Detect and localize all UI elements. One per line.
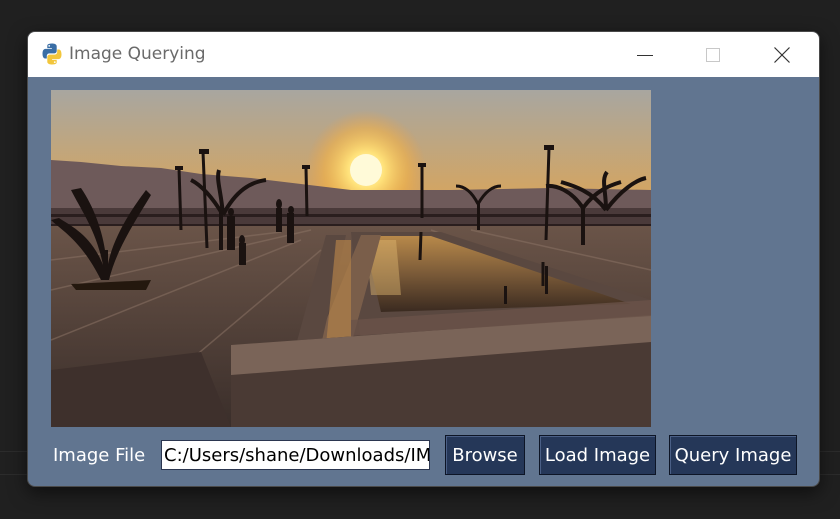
image-file-label: Image File [53, 445, 146, 466]
browse-button[interactable]: Browse [445, 435, 525, 475]
minimize-button[interactable] [613, 32, 677, 77]
window-title: Image Querying [69, 44, 206, 64]
maximize-icon [706, 47, 720, 62]
load-image-button[interactable]: Load Image [539, 435, 656, 475]
title-bar[interactable]: Image Querying [28, 32, 819, 77]
python-icon [42, 43, 62, 65]
minimize-icon [637, 54, 653, 56]
close-icon [774, 46, 790, 63]
app-window: Image Querying Image File C:/Users/shane… [27, 31, 820, 487]
maximize-button[interactable] [681, 32, 745, 77]
close-button[interactable] [750, 32, 814, 77]
query-image-button[interactable]: Query Image [669, 435, 797, 475]
loaded-image [51, 90, 651, 427]
image-file-path-input[interactable] [161, 440, 430, 470]
